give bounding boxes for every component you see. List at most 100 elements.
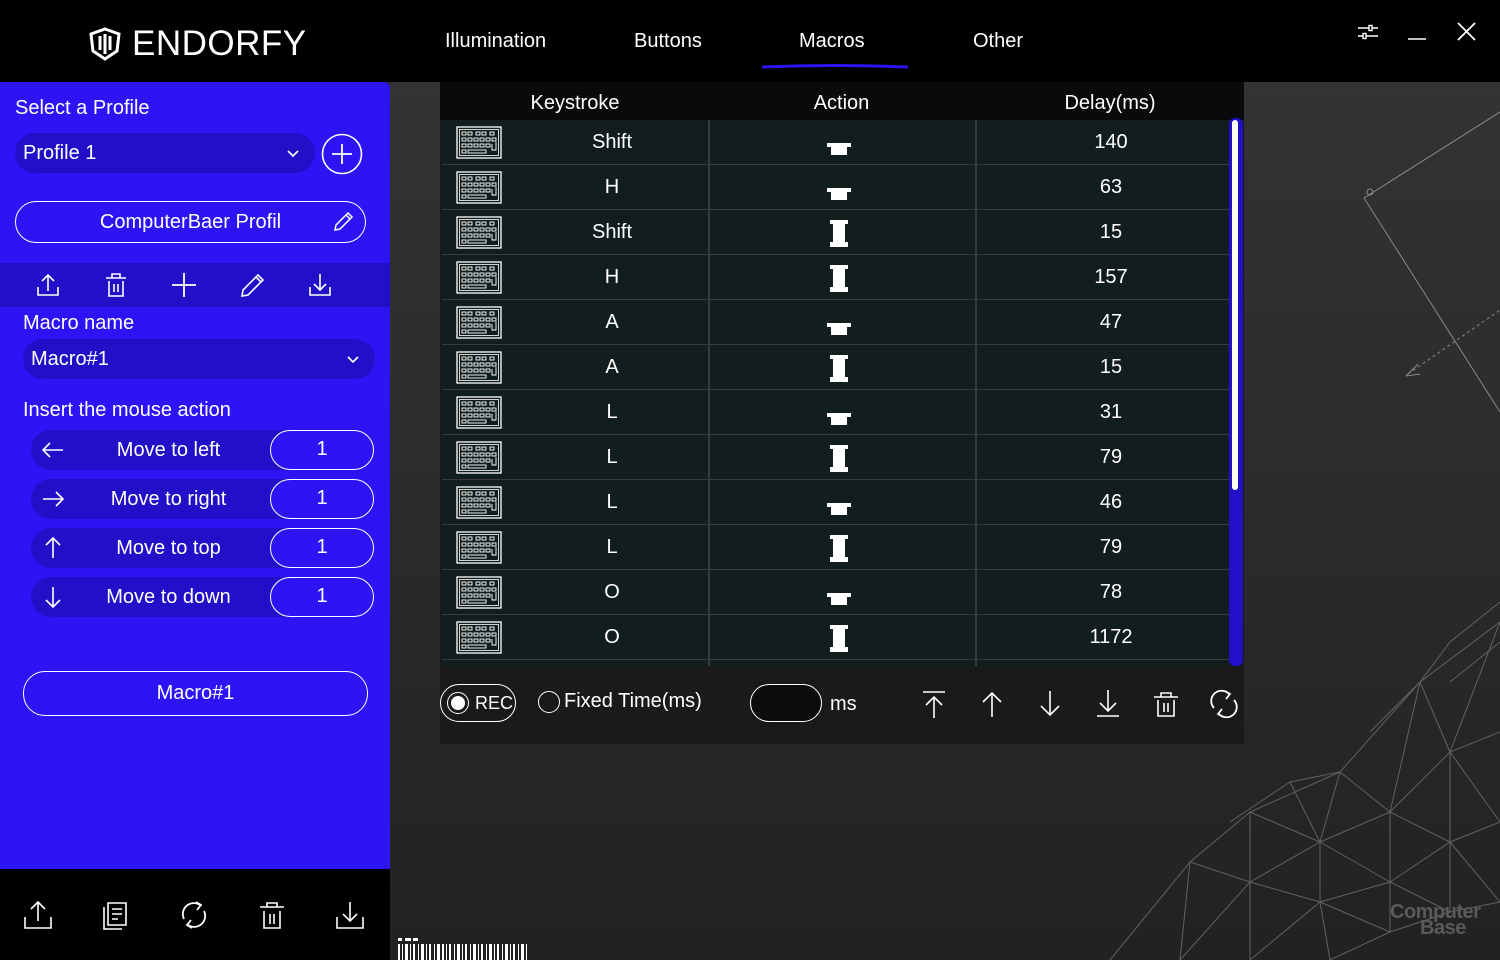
keyboard-icon: [456, 576, 502, 609]
edit-profile-icon[interactable]: [236, 269, 268, 301]
keyboard-icon: [456, 621, 502, 654]
move-left-value-input[interactable]: 1: [270, 430, 374, 470]
fixed-time-label: Fixed Time(ms): [564, 690, 702, 712]
key-press-icon: [830, 220, 848, 247]
refresh-icon[interactable]: [1208, 688, 1240, 720]
delete-profile-icon[interactable]: [100, 269, 132, 301]
tab-buttons[interactable]: Buttons: [634, 30, 702, 53]
profile-select[interactable]: Profile 1: [15, 133, 315, 173]
delete-icon[interactable]: [254, 897, 290, 933]
record-toggle[interactable]: REC: [440, 684, 516, 722]
barcode-graphic: [398, 938, 527, 960]
move-down-value-input[interactable]: 1: [270, 577, 374, 617]
keystroke-cell: H: [604, 176, 620, 198]
fixed-time-radio[interactable]: [538, 690, 560, 713]
insert-mouse-action-label: Insert the mouse action: [23, 399, 231, 421]
table-row[interactable]: H 157: [442, 255, 1229, 300]
table-row[interactable]: L 46: [442, 480, 1229, 525]
keyboard-icon: [456, 261, 502, 294]
move-to-top-icon[interactable]: [918, 688, 950, 720]
move-top-value-input[interactable]: 1: [270, 528, 374, 568]
macro-button[interactable]: Macro#1: [23, 671, 368, 716]
delay-cell[interactable]: 79: [976, 446, 1229, 469]
close-icon[interactable]: [1453, 18, 1481, 46]
key-release-icon: [827, 503, 851, 515]
move-to-bottom-icon[interactable]: [1092, 688, 1124, 720]
delay-cell[interactable]: 31: [976, 401, 1229, 424]
delay-cell[interactable]: 79: [976, 536, 1229, 559]
move-right-value-input[interactable]: 1: [270, 479, 374, 519]
tab-macros[interactable]: Macros: [799, 30, 865, 53]
move-up-icon[interactable]: [976, 688, 1008, 720]
record-radio[interactable]: [447, 692, 469, 714]
profile-name-button[interactable]: ComputerBaer Profil: [15, 201, 366, 243]
keyboard-icon: [456, 171, 502, 204]
mouse-action-label: Move to right: [110, 488, 227, 510]
select-profile-label: Select a Profile: [15, 97, 150, 119]
tab-other[interactable]: Other: [973, 30, 1023, 53]
plus-icon[interactable]: [168, 269, 200, 301]
chevron-down-icon: [287, 150, 299, 158]
fixed-time-option[interactable]: Fixed Time(ms): [538, 690, 702, 713]
arrow-right-icon: [43, 491, 65, 507]
pencil-icon[interactable]: [331, 210, 355, 234]
table-row[interactable]: Shift 15: [442, 210, 1229, 255]
macro-table-toolbar: REC Fixed Time(ms) ms: [440, 666, 1244, 744]
mouse-action-move-left[interactable]: Move to left 1: [31, 430, 374, 470]
table-row[interactable]: O 1172: [442, 615, 1229, 660]
delay-cell[interactable]: 15: [976, 356, 1229, 379]
key-release-icon: [827, 593, 851, 605]
table-row[interactable]: O 78: [442, 570, 1229, 615]
delay-cell[interactable]: 47: [976, 311, 1229, 334]
scrollbar-thumb[interactable]: [1232, 120, 1238, 490]
app-logo: ENDORFY: [88, 24, 307, 64]
table-header: Keystroke Action Delay(ms): [440, 82, 1244, 120]
bottom-toolbar: [0, 869, 390, 960]
delay-cell[interactable]: 15: [976, 221, 1229, 244]
delay-cell[interactable]: 140: [976, 131, 1229, 154]
keyboard-icon: [456, 216, 502, 249]
keystroke-cell: A: [605, 311, 619, 333]
keystroke-cell: L: [606, 491, 618, 513]
delay-cell[interactable]: 157: [976, 266, 1229, 289]
key-release-icon: [827, 413, 851, 425]
move-down-icon[interactable]: [1034, 688, 1066, 720]
profile-sidebar: Select a Profile Profile 1 ComputerBaer …: [0, 82, 390, 869]
delay-cell[interactable]: 78: [976, 581, 1229, 604]
minimize-icon[interactable]: [1404, 18, 1432, 46]
export-profile-icon[interactable]: [32, 269, 64, 301]
keyboard-icon: [456, 486, 502, 519]
ms-unit-label: ms: [830, 693, 857, 715]
import-icon[interactable]: [332, 897, 368, 933]
brand-name: ENDORFY: [132, 24, 307, 63]
mouse-action-move-down[interactable]: Move to down 1: [31, 577, 374, 617]
delay-cell[interactable]: 63: [976, 176, 1229, 199]
arrow-down-icon: [45, 587, 61, 609]
table-row[interactable]: Shift 140: [442, 120, 1229, 165]
delay-cell[interactable]: 1172: [976, 626, 1229, 649]
reset-icon[interactable]: [176, 897, 212, 933]
mouse-action-label: Move to left: [116, 439, 221, 461]
fixed-time-input[interactable]: [750, 684, 822, 722]
keystroke-cell: Shift: [591, 221, 633, 243]
tab-illumination[interactable]: Illumination: [445, 30, 546, 53]
table-row[interactable]: L 79: [442, 525, 1229, 570]
keystroke-cell: L: [606, 401, 618, 423]
table-row[interactable]: A 47: [442, 300, 1229, 345]
table-row[interactable]: L 79: [442, 435, 1229, 480]
macro-select[interactable]: Macro#1: [23, 339, 375, 379]
delete-step-icon[interactable]: [1150, 688, 1182, 720]
mouse-action-move-right[interactable]: Move to right 1: [31, 479, 374, 519]
macro-name-label: Macro name: [23, 312, 135, 334]
export-icon[interactable]: [20, 897, 56, 933]
column-divider: [975, 120, 977, 666]
copy-icon[interactable]: [98, 897, 134, 933]
add-profile-button[interactable]: [321, 133, 363, 175]
table-row[interactable]: A 15: [442, 345, 1229, 390]
mouse-action-move-top[interactable]: Move to top 1: [31, 528, 374, 568]
table-row[interactable]: H 63: [442, 165, 1229, 210]
delay-cell[interactable]: 46: [976, 491, 1229, 514]
import-profile-icon[interactable]: [304, 269, 336, 301]
table-row[interactable]: L 31: [442, 390, 1229, 435]
settings-sliders-icon[interactable]: [1354, 18, 1382, 46]
